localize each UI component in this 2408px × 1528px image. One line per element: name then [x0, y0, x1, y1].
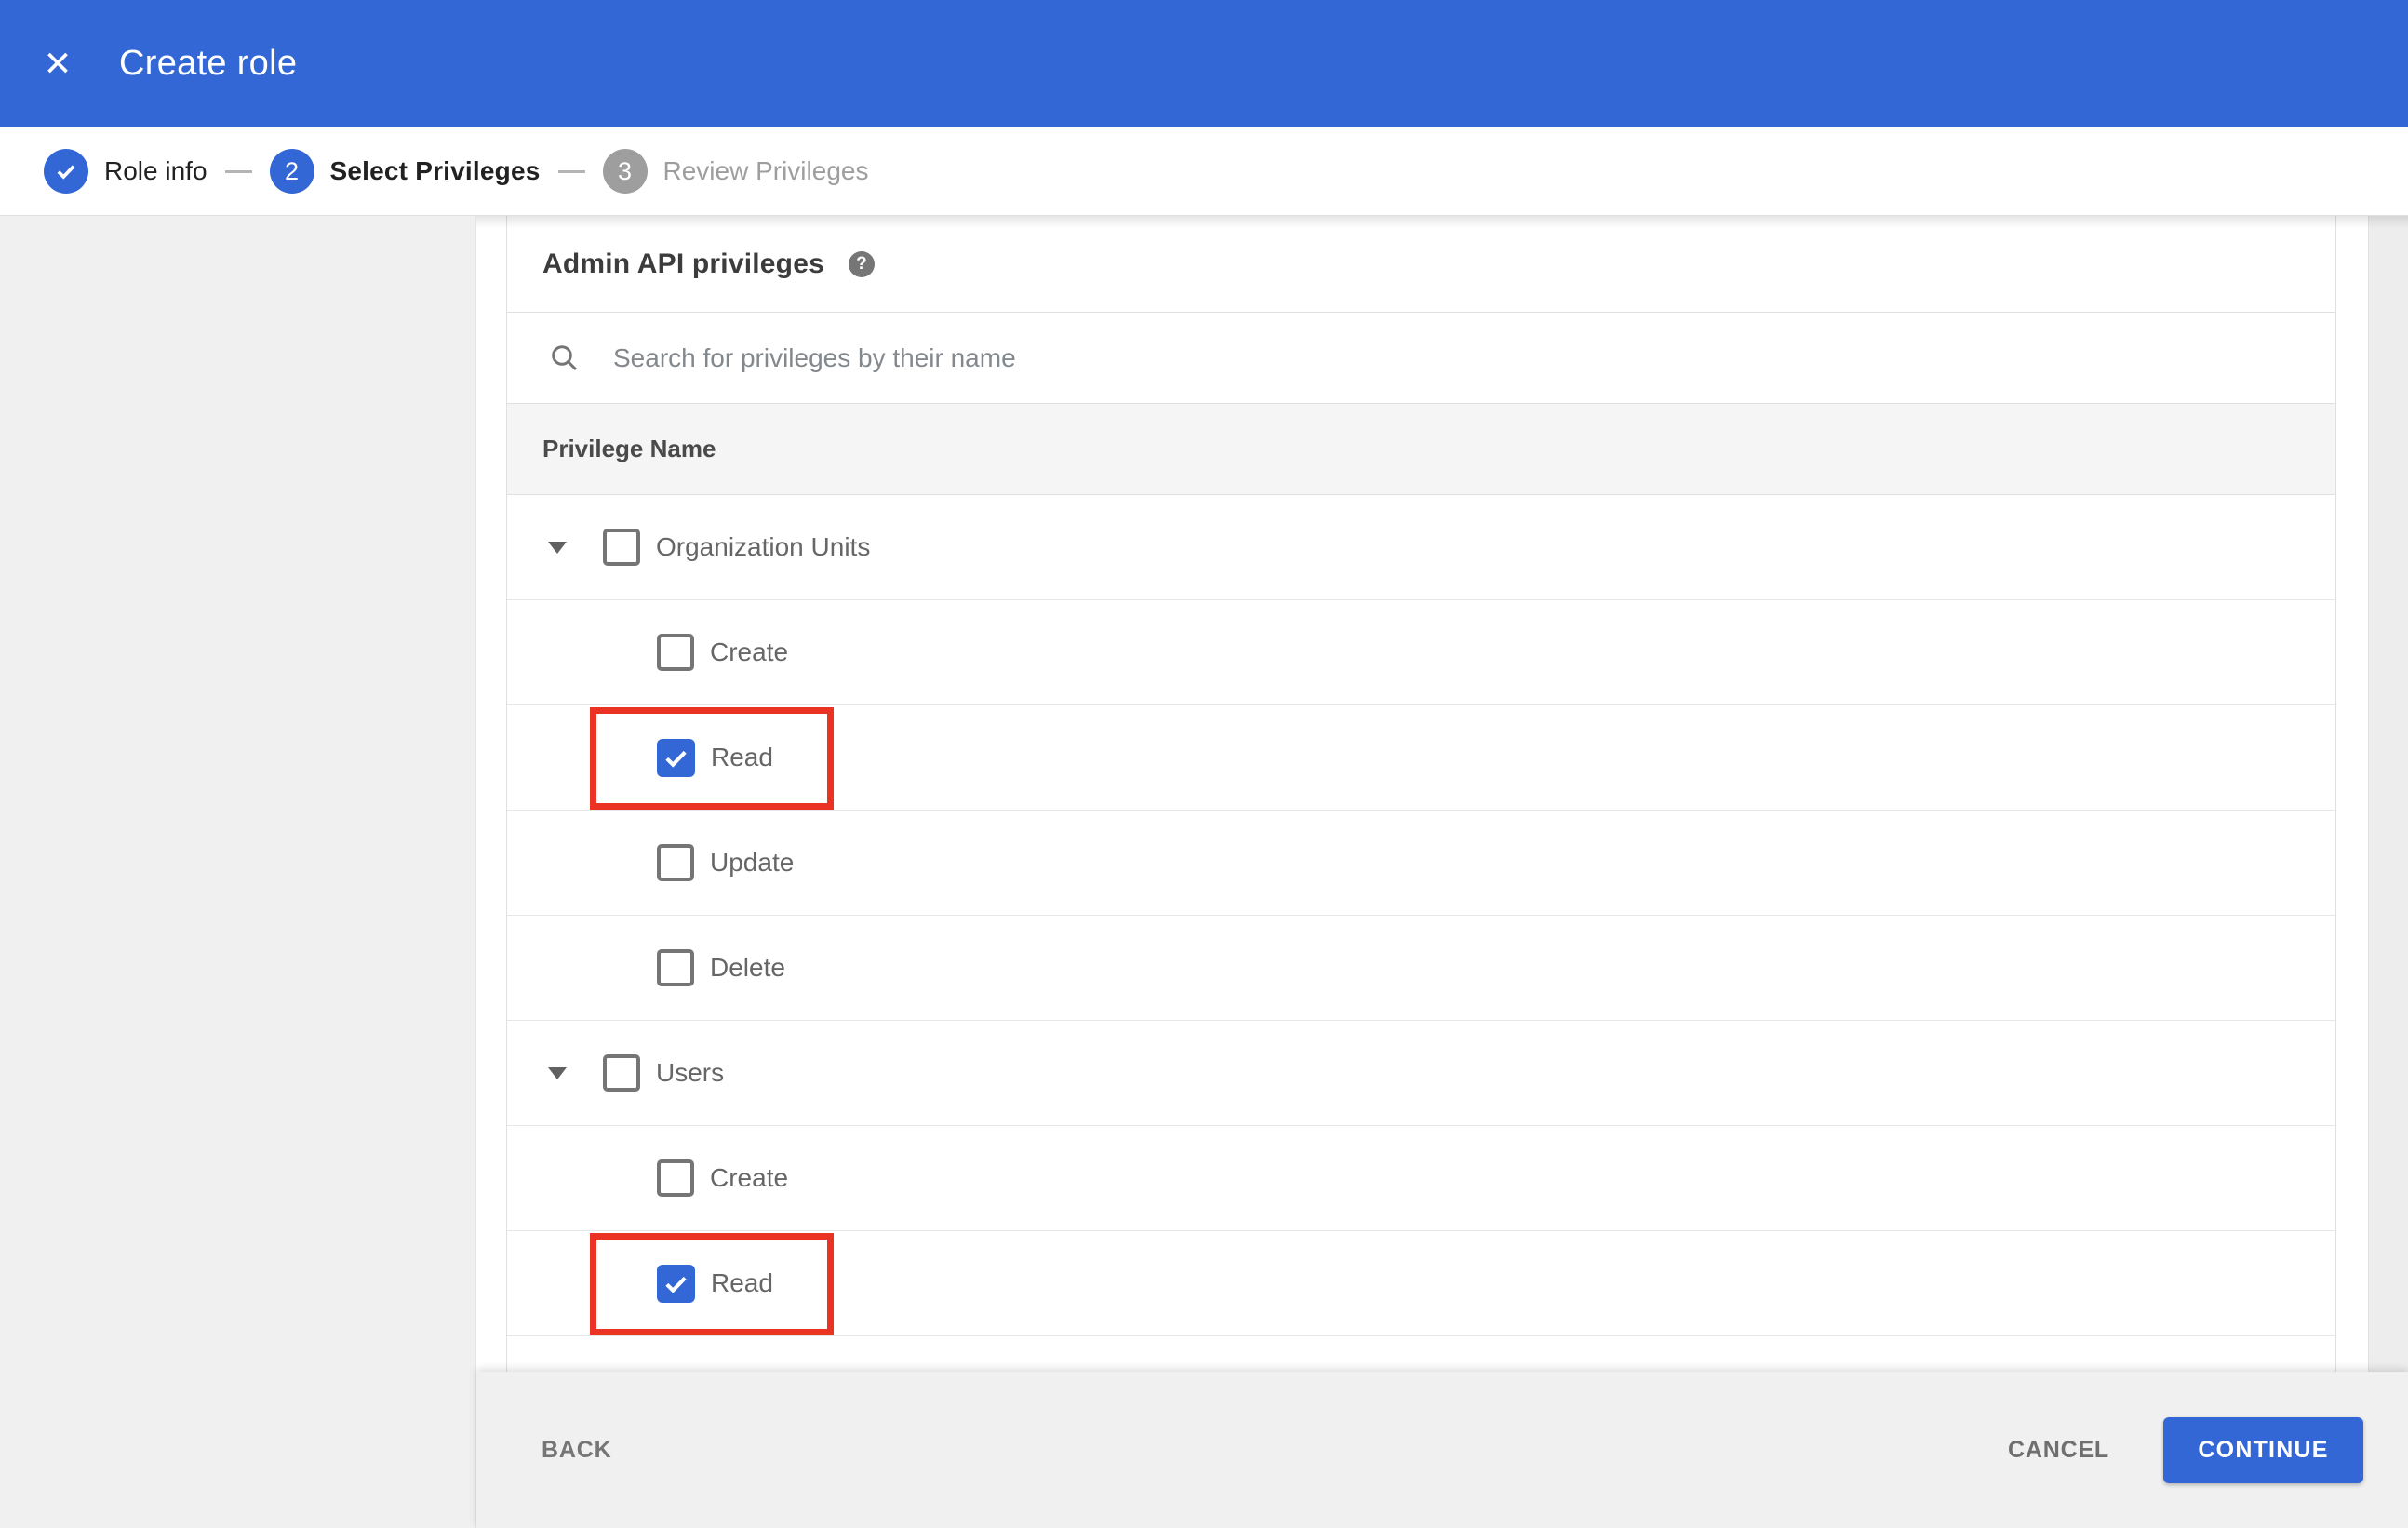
search-icon — [552, 344, 578, 370]
privilege-label: Update — [710, 848, 795, 877]
back-button[interactable]: BACK — [536, 1436, 617, 1465]
step-connector — [224, 169, 252, 173]
privilege-label: Organization Units — [656, 532, 871, 561]
table-header-label: Privilege Name — [542, 435, 716, 462]
privilege-checkbox[interactable] — [603, 1054, 640, 1092]
step-role-info[interactable]: Role info — [44, 149, 207, 194]
privilege-checkbox-checked[interactable] — [657, 1264, 695, 1303]
privilege-row: Read — [507, 705, 2335, 811]
privilege-checkbox[interactable] — [657, 844, 694, 881]
privilege-label: Read — [711, 743, 773, 771]
privilege-checkbox[interactable] — [603, 529, 640, 566]
privilege-row: Read — [507, 1231, 2335, 1336]
panel-title: Admin API privileges — [542, 248, 824, 279]
partial-row — [507, 1336, 2335, 1372]
step-select-privileges[interactable]: 2 Select Privileges — [269, 149, 541, 194]
dialog-titlebar: ✕ Create role — [0, 0, 2408, 127]
privileges-scroll-area: Admin API privileges ? Privilege Name Or… — [476, 216, 2368, 1372]
close-icon[interactable]: ✕ — [39, 46, 76, 83]
dialog-footer: BACK CANCEL CONTINUE — [476, 1372, 2408, 1528]
help-icon[interactable]: ? — [848, 250, 875, 277]
privilege-row: Create — [507, 600, 2335, 705]
privilege-label: Create — [710, 1163, 789, 1192]
step-label: Select Privileges — [329, 156, 541, 185]
step-label: Review Privileges — [662, 156, 869, 185]
privilege-row: Users — [507, 1021, 2335, 1126]
step-number-badge: 3 — [602, 149, 648, 194]
step-review-privileges[interactable]: 3 Review Privileges — [602, 149, 869, 194]
privilege-checkbox-checked[interactable] — [657, 738, 695, 777]
table-header-row: Privilege Name — [507, 404, 2335, 495]
cancel-button[interactable]: CANCEL — [2002, 1436, 2115, 1465]
privilege-label: Create — [710, 637, 789, 666]
privileges-search-row — [507, 313, 2335, 404]
step-label: Role info — [104, 156, 207, 185]
step-number-badge: 2 — [269, 149, 314, 194]
privilege-row: Create — [507, 1126, 2335, 1231]
privilege-label: Delete — [710, 953, 785, 982]
continue-button[interactable]: CONTINUE — [2163, 1416, 2363, 1483]
privilege-checkbox[interactable] — [657, 634, 694, 671]
privilege-row: Delete — [507, 916, 2335, 1021]
background-pane — [0, 216, 476, 1528]
privilege-row: Organization Units — [507, 495, 2335, 600]
wizard-stepper: Role info 2 Select Privileges 3 Review P… — [0, 127, 2408, 216]
step-complete-check-icon — [44, 149, 88, 194]
scrollbar-track[interactable] — [2368, 216, 2408, 1372]
expand-arrow-icon[interactable] — [548, 1066, 567, 1079]
privilege-row: Update — [507, 811, 2335, 916]
privilege-label: Read — [711, 1268, 773, 1297]
panel-title-row: Admin API privileges ? — [507, 216, 2335, 313]
privilege-checkbox[interactable] — [657, 949, 694, 986]
step-connector — [557, 169, 585, 173]
privileges-panel: Admin API privileges ? Privilege Name Or… — [506, 216, 2336, 1372]
privileges-search-input[interactable] — [611, 342, 1918, 374]
dialog-title: Create role — [119, 44, 298, 83]
privilege-checkbox[interactable] — [657, 1159, 694, 1197]
expand-arrow-icon[interactable] — [548, 541, 567, 554]
privileges-table-body: Organization Units Create Read Update Delete… — [507, 495, 2335, 1336]
privilege-label: Users — [656, 1058, 725, 1087]
create-role-dialog: ✕ Create role Role info 2 Select Privile… — [0, 0, 2408, 1528]
